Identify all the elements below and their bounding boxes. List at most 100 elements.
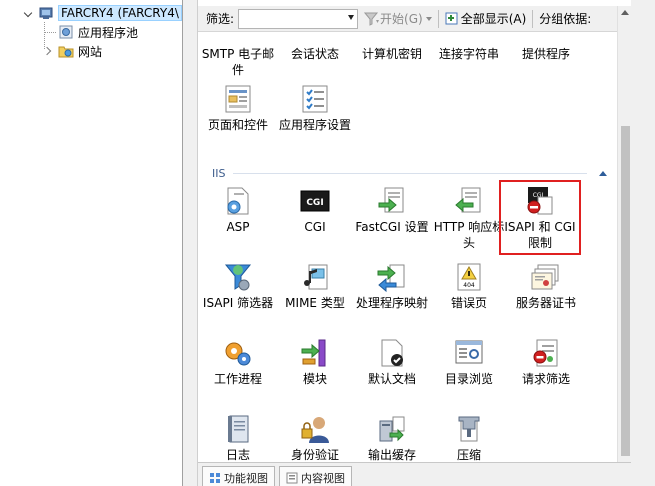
filter-toolbar: 筛选: 开始(G) 全部显示(A) 分组依据: xyxy=(198,6,617,32)
handler-mappings-icon xyxy=(377,264,405,293)
feature-label: 目录浏览 xyxy=(444,372,493,386)
directory-browsing-icon xyxy=(455,340,483,364)
feature-isapi-filters[interactable]: ISAPI 筛选器 xyxy=(199,261,277,311)
highlight-box xyxy=(499,180,581,255)
tab-features-view[interactable]: 功能视图 xyxy=(202,466,275,486)
isapi-filters-icon xyxy=(224,264,252,291)
panel-splitter[interactable] xyxy=(183,0,197,486)
funnel-icon xyxy=(364,12,380,26)
request-filtering-icon xyxy=(533,339,558,367)
svg-text:CGI: CGI xyxy=(306,198,323,208)
feature-label: FastCGI 设置 xyxy=(355,220,429,234)
server-label: FARCRY4 (FARCRY4\ xyxy=(58,5,182,21)
feature-directory-browsing[interactable]: 目录浏览 xyxy=(430,337,508,387)
tree-node-app-pools[interactable]: 应用程序池 xyxy=(58,23,138,41)
section-divider xyxy=(233,172,587,174)
feature-session-state[interactable]: 会话状态 xyxy=(276,46,354,62)
feature-cgi[interactable]: CGI CGI xyxy=(276,185,354,235)
feature-smtp-email[interactable]: SMTP 电子邮件 xyxy=(199,46,277,78)
feature-pages-controls[interactable]: 页面和控件 xyxy=(199,83,277,133)
show-all-icon xyxy=(445,12,458,24)
feature-output-caching[interactable]: 输出缓存 xyxy=(353,413,431,463)
feature-label: 日志 xyxy=(225,448,250,462)
feature-error-pages[interactable]: 404 错误页 xyxy=(430,261,508,311)
scrollbar-thumb[interactable] xyxy=(621,126,630,456)
show-all-button[interactable]: 全部显示(A) xyxy=(445,10,527,27)
section-title: IIS xyxy=(212,166,226,180)
feature-label: ISAPI 筛选器 xyxy=(202,296,274,310)
dropdown-arrow-icon[interactable] xyxy=(348,14,355,20)
tree-guide-line xyxy=(44,32,56,33)
feature-app-settings[interactable]: 应用程序设置 xyxy=(276,83,354,133)
feature-logging[interactable]: 日志 xyxy=(199,413,277,463)
feature-authentication[interactable]: 身份验证 xyxy=(276,413,354,463)
feature-label: 身份验证 xyxy=(290,448,339,462)
feature-label: 输出缓存 xyxy=(367,448,416,462)
feature-label: 模块 xyxy=(302,372,327,386)
http-headers-icon xyxy=(455,187,481,213)
feature-compression[interactable]: 压缩 xyxy=(430,413,508,463)
feature-label: 页面和控件 xyxy=(207,118,268,132)
feature-http-response-headers[interactable]: HTTP 响应标头 xyxy=(430,185,508,251)
sites-label: 网站 xyxy=(78,44,103,59)
server-certificates-icon xyxy=(531,264,559,290)
feature-label: 处理程序映射 xyxy=(355,296,428,310)
feature-connection-strings[interactable]: 连接字符串 xyxy=(430,46,508,62)
feature-label: HTTP 响应标头 xyxy=(433,220,505,250)
tab-label: 功能视图 xyxy=(224,471,268,485)
worker-processes-icon xyxy=(225,342,251,366)
tree-node-sites[interactable]: 网站 xyxy=(44,42,102,60)
actions-pane-edge xyxy=(631,0,655,486)
feature-label: 会话状态 xyxy=(290,47,339,61)
server-icon xyxy=(39,7,53,19)
start-label: 开始(G) xyxy=(380,12,423,26)
cgi-icon: CGI xyxy=(300,190,330,212)
show-all-label: 全部显示(A) xyxy=(460,12,527,26)
content-view-icon xyxy=(286,472,298,483)
feature-label: 压缩 xyxy=(456,448,481,462)
tab-label: 内容视图 xyxy=(301,471,345,485)
vertical-scrollbar[interactable] xyxy=(617,6,632,462)
feature-mime-types[interactable]: MIME 类型 xyxy=(276,261,354,311)
feature-worker-processes[interactable]: 工作进程 xyxy=(199,337,277,387)
feature-fastcgi-settings[interactable]: FastCGI 设置 xyxy=(353,185,431,235)
feature-request-filtering[interactable]: 请求筛选 xyxy=(507,337,585,387)
filter-input[interactable] xyxy=(238,8,359,29)
group-by-label: 分组依据: xyxy=(539,12,592,26)
pages-controls-icon xyxy=(225,85,251,113)
app-pools-label: 应用程序池 xyxy=(78,25,139,40)
feature-default-document[interactable]: 默认文档 xyxy=(353,337,431,387)
group-by-control[interactable]: 分组依据: xyxy=(539,10,591,27)
feature-label: SMTP 电子邮件 xyxy=(201,47,275,77)
feature-machine-key[interactable]: 计算机密钥 xyxy=(353,46,431,62)
feature-label: 提供程序 xyxy=(521,47,570,61)
output-caching-icon xyxy=(379,416,405,442)
feature-label: 默认文档 xyxy=(367,372,416,386)
tree-node-server[interactable]: FARCRY4 (FARCRY4\ xyxy=(24,4,182,22)
feature-server-certificates[interactable]: 服务器证书 xyxy=(507,261,585,311)
feature-asp[interactable]: ASP xyxy=(199,185,277,235)
authentication-icon xyxy=(301,417,329,443)
compression-icon xyxy=(458,416,480,442)
app-pool-icon xyxy=(59,25,73,39)
feature-label: MIME 类型 xyxy=(285,296,345,310)
sites-folder-icon xyxy=(58,46,74,58)
feature-modules[interactable]: 模块 xyxy=(276,337,354,387)
filter-label: 筛选: xyxy=(206,12,235,26)
feature-label: CGI xyxy=(304,220,326,234)
features-view-icon xyxy=(210,472,220,483)
chevron-down-icon[interactable] xyxy=(24,8,34,18)
chevron-right-icon[interactable] xyxy=(44,46,54,56)
connections-tree: FARCRY4 (FARCRY4\ 应用程序池 网站 xyxy=(0,0,183,486)
feature-providers[interactable]: 提供程序 xyxy=(507,46,585,62)
asp-icon xyxy=(227,187,249,215)
feature-label: 计算机密钥 xyxy=(361,47,422,61)
section-header-iis[interactable]: IIS xyxy=(212,165,607,181)
start-filter-button[interactable]: 开始(G) xyxy=(364,10,432,27)
svg-text:404: 404 xyxy=(463,282,475,289)
feature-handler-mappings[interactable]: 处理程序映射 xyxy=(353,261,431,311)
tab-content-view[interactable]: 内容视图 xyxy=(279,466,352,486)
default-document-icon xyxy=(381,339,403,367)
collapse-icon[interactable] xyxy=(599,170,607,176)
scroll-up-icon[interactable] xyxy=(621,10,629,15)
